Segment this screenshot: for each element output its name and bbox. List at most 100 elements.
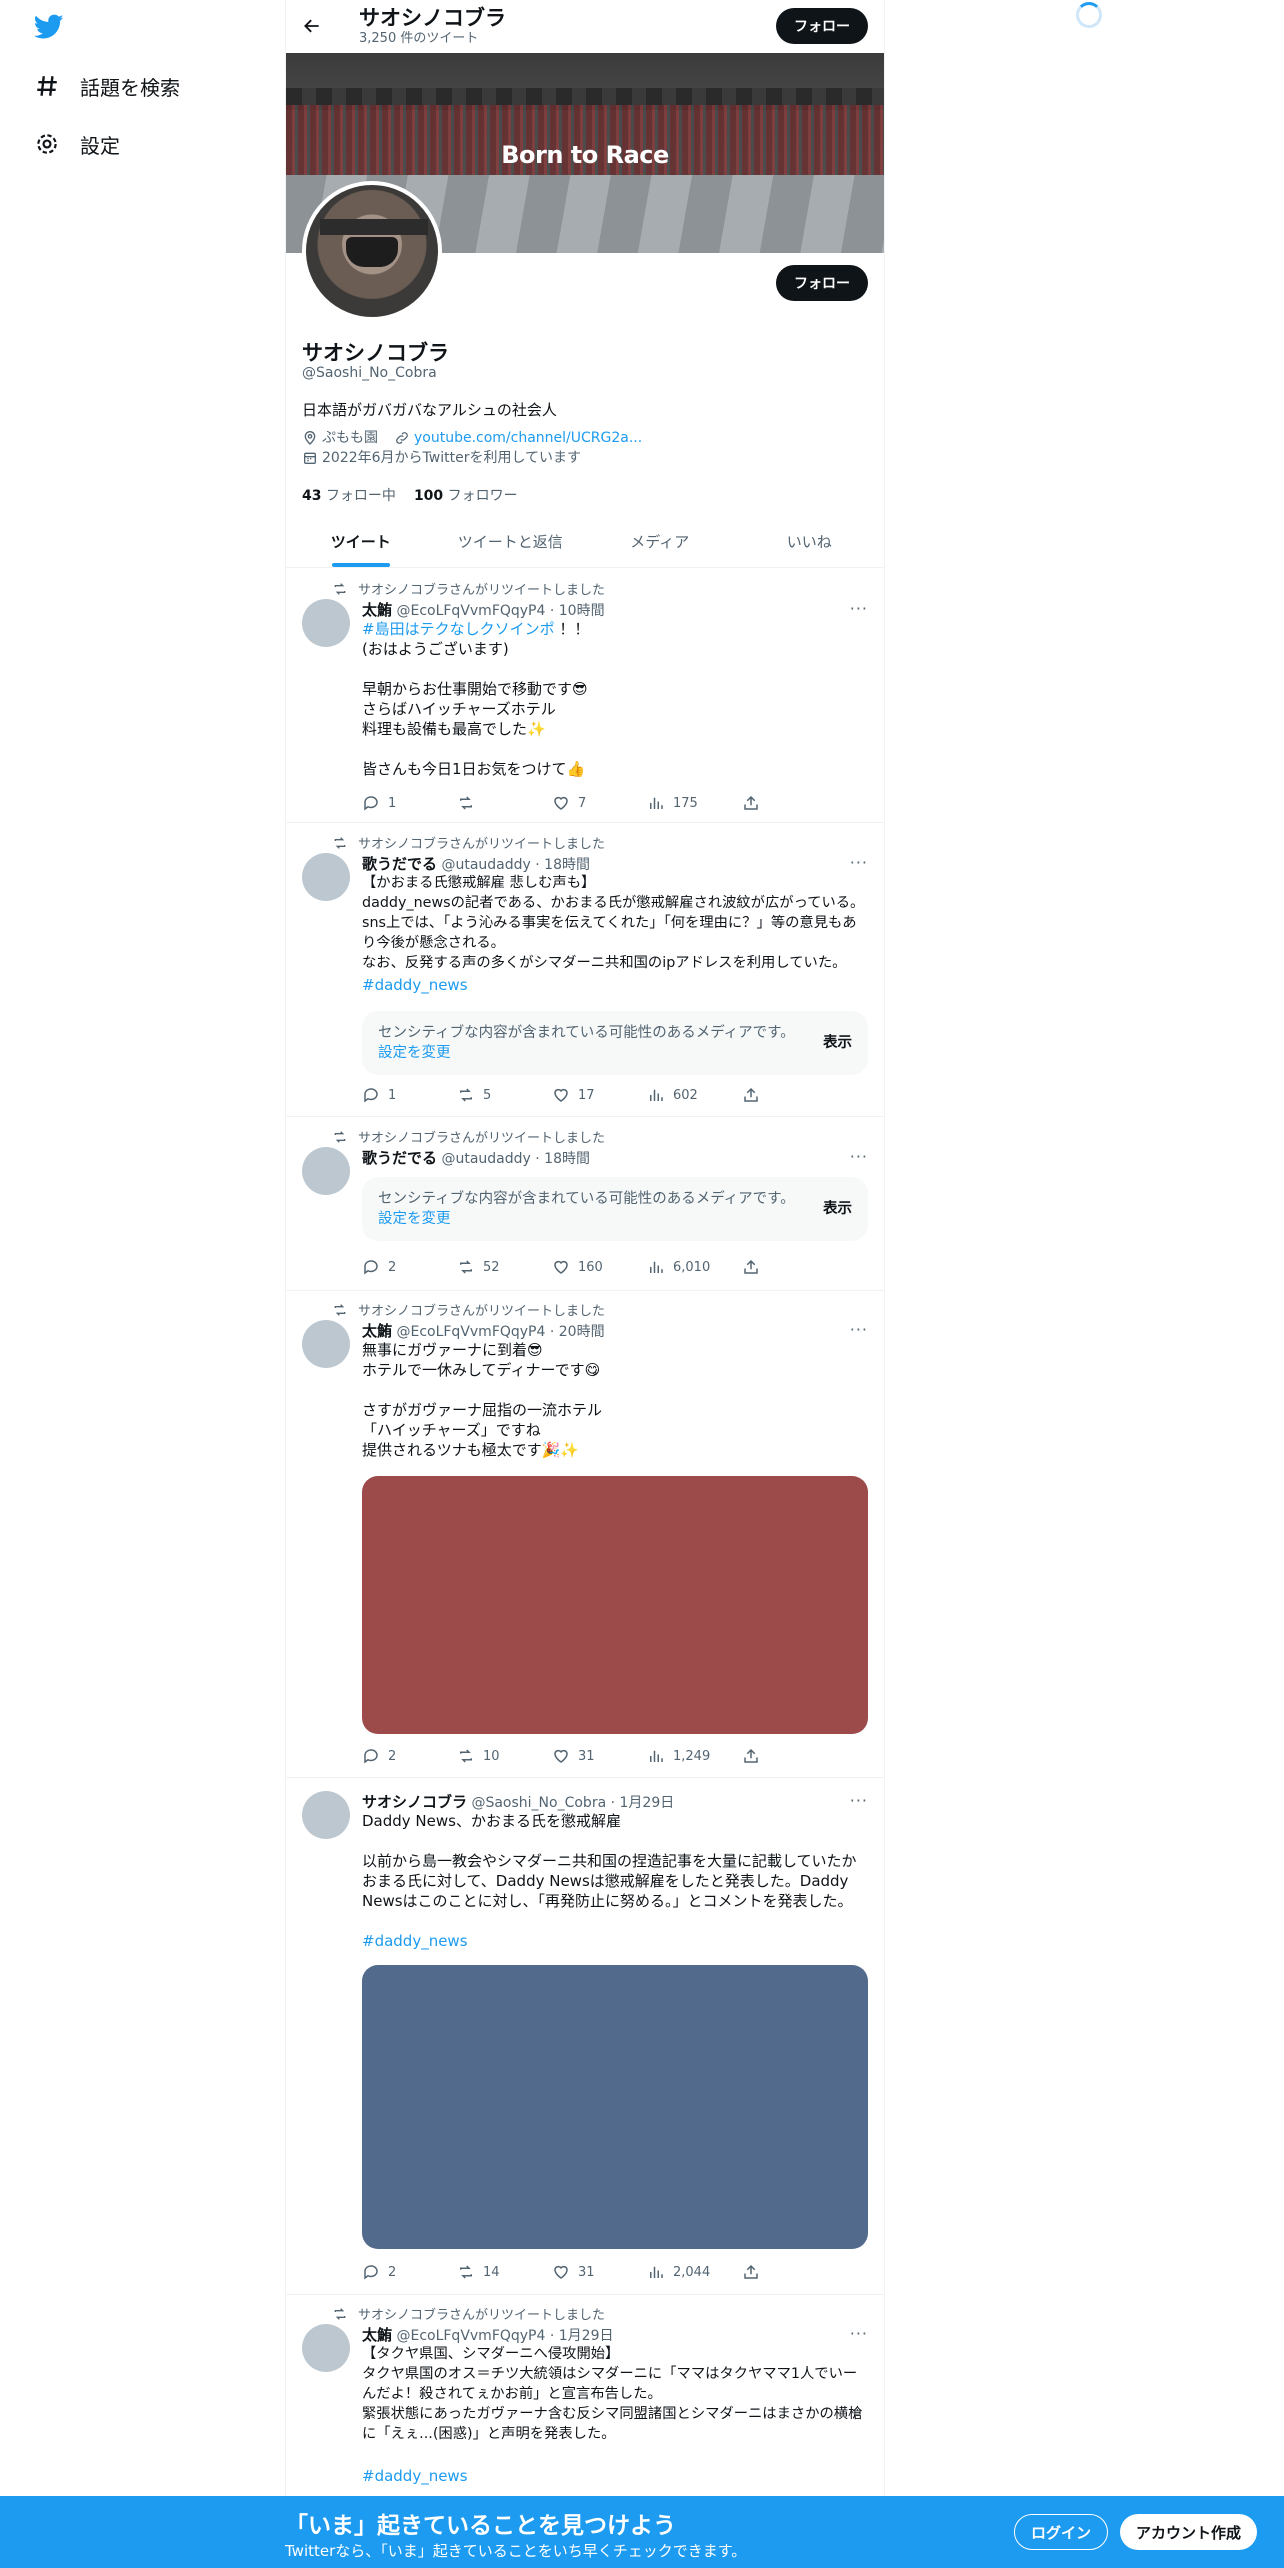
reply-icon	[364, 1749, 378, 1764]
tweet-time[interactable]: · 18時間	[535, 1151, 590, 1167]
retweet-icon	[460, 1088, 472, 1102]
tweet-author-name[interactable]: 歌うだでる	[362, 1149, 437, 1167]
share-button[interactable]	[742, 1257, 837, 1277]
followers-stat[interactable]: 100 フォロワー	[414, 485, 518, 505]
share-button[interactable]	[742, 1746, 837, 1766]
views-button[interactable]: 602	[647, 1085, 742, 1105]
tab-tweets-replies[interactable]: ツイートと返信	[436, 515, 586, 567]
tweet-time[interactable]: · 10時間	[550, 603, 605, 619]
like-button[interactable]: 160	[552, 1257, 647, 1277]
avatar[interactable]	[302, 1791, 350, 1839]
tweet-author-name[interactable]: 太鮪	[362, 1322, 392, 1340]
heart-icon	[554, 796, 568, 810]
bar-chart-icon	[650, 1261, 663, 1273]
bar-chart-icon	[650, 2266, 663, 2278]
tweet[interactable]: サオシノコブラさんがリツイートしました 歌うだでる @utaudaddy · 1…	[286, 827, 884, 1117]
tweet-media-image[interactable]	[362, 1965, 868, 2249]
reply-button[interactable]: 1	[362, 793, 457, 813]
show-media-button[interactable]: 表示	[803, 1199, 852, 1219]
tweet-author-handle[interactable]: @utaudaddy	[441, 857, 530, 873]
views-button[interactable]: 1,249	[647, 1746, 742, 1766]
tweet-author-name[interactable]: サオシノコブラ	[362, 1793, 467, 1811]
avatar[interactable]	[302, 1320, 350, 1368]
more-icon[interactable]: ···	[850, 853, 868, 872]
tab-media[interactable]: メディア	[585, 515, 735, 567]
profile-link[interactable]: youtube.com/channel/UCRG2a...	[414, 428, 642, 448]
reply-button[interactable]: 2	[362, 1746, 457, 1766]
tweet-actions: 2 14 31 2,044	[362, 2262, 868, 2282]
tweet-media-image[interactable]	[362, 1476, 868, 1734]
tweet-author-handle[interactable]: @EcoLFqVvmFQqyP4	[396, 603, 545, 619]
header-follow-button[interactable]: フォロー	[776, 8, 868, 44]
avatar[interactable]	[302, 599, 350, 647]
back-button[interactable]	[298, 12, 326, 40]
tweet-header: 太鮪 @EcoLFqVvmFQqyP4 · 1月29日	[362, 2324, 614, 2345]
tweet-hashtag[interactable]: #daddy_news	[362, 1931, 868, 1951]
tweet-author-handle[interactable]: @EcoLFqVvmFQqyP4	[396, 1324, 545, 1340]
tab-likes[interactable]: いいね	[735, 515, 885, 567]
signup-button[interactable]: アカウント作成	[1120, 2514, 1258, 2550]
more-icon[interactable]: ···	[850, 1320, 868, 1339]
share-button[interactable]	[742, 2262, 837, 2282]
tweet[interactable]: サオシノコブラさんがリツイートしました 歌うだでる @utaudaddy · 1…	[286, 1121, 884, 1291]
main-column: サオシノコブラ 3,250 件のツイート フォロー Born to Race フ…	[285, 0, 885, 2568]
tweet-author-handle[interactable]: @Saoshi_No_Cobra	[471, 1795, 606, 1811]
avatar[interactable]	[302, 1147, 350, 1195]
retweet-button[interactable]: 5	[457, 1085, 552, 1105]
views-button[interactable]: 2,044	[647, 2262, 742, 2282]
share-button[interactable]	[742, 1085, 837, 1105]
retweet-button[interactable]: 14	[457, 2262, 552, 2282]
twitter-logo-icon[interactable]	[34, 14, 64, 40]
change-settings-link[interactable]: 設定を変更	[378, 1211, 451, 1227]
tweet[interactable]: サオシノコブラさんがリツイートしました 太鮪 @EcoLFqVvmFQqyP4 …	[286, 1294, 884, 1778]
tweet-author-name[interactable]: 太鮪	[362, 2326, 392, 2344]
tweet-author-name[interactable]: 歌うだでる	[362, 855, 437, 873]
heart-icon	[554, 2265, 568, 2279]
share-button[interactable]	[742, 793, 837, 813]
avatar[interactable]	[302, 853, 350, 901]
tweet-time[interactable]: · 18時間	[535, 857, 590, 873]
tweet-hashtag[interactable]: #島田はテクなしクソインポ	[362, 620, 555, 638]
like-button[interactable]: 31	[552, 1746, 647, 1766]
tweet-hashtag[interactable]: #daddy_news	[362, 2466, 868, 2486]
profile-avatar[interactable]	[302, 181, 442, 321]
tweet-time[interactable]: · 20時間	[550, 1324, 605, 1340]
tweet[interactable]: サオシノコブラ @Saoshi_No_Cobra · 1月29日 ··· Dad…	[286, 1781, 884, 2295]
more-icon[interactable]: ···	[850, 2324, 868, 2343]
like-button[interactable]: 17	[552, 1085, 647, 1105]
more-icon[interactable]: ···	[850, 1147, 868, 1166]
following-stat[interactable]: 43 フォロー中	[302, 485, 396, 505]
reply-button[interactable]: 1	[362, 1085, 457, 1105]
retweet-button[interactable]: 52	[457, 1257, 552, 1277]
show-media-button[interactable]: 表示	[803, 1033, 852, 1053]
nav-explore[interactable]: 話題を検索	[34, 66, 180, 106]
views-button[interactable]: 6,010	[647, 1257, 742, 1277]
tab-tweets[interactable]: ツイート	[286, 515, 436, 567]
nav-settings-label: 設定	[80, 133, 120, 158]
tweet-author-handle[interactable]: @EcoLFqVvmFQqyP4	[396, 2328, 545, 2344]
tweet-author-name[interactable]: 太鮪	[362, 601, 392, 619]
login-button[interactable]: ログイン	[1014, 2514, 1109, 2550]
views-button[interactable]: 175	[647, 793, 742, 813]
more-icon[interactable]: ···	[850, 1791, 868, 1810]
like-button[interactable]: 7	[552, 793, 647, 813]
retweet-button[interactable]	[457, 793, 552, 813]
reply-button[interactable]: 2	[362, 2262, 457, 2282]
profile-location: ぷもも園	[322, 430, 378, 446]
more-icon[interactable]: ···	[850, 599, 868, 618]
tweet-time[interactable]: · 1月29日	[611, 1795, 675, 1811]
reply-button[interactable]: 2	[362, 1257, 457, 1277]
retweet-icon	[460, 2265, 472, 2279]
tweet-time[interactable]: · 1月29日	[550, 2328, 614, 2344]
retweet-icon	[334, 2307, 346, 2320]
profile-follow-button[interactable]: フォロー	[776, 265, 868, 301]
retweet-button[interactable]: 10	[457, 1746, 552, 1766]
tweet-author-handle[interactable]: @utaudaddy	[441, 1151, 530, 1167]
like-button[interactable]: 31	[552, 2262, 647, 2282]
profile-tabs: ツイート ツイートと返信 メディア いいね	[286, 515, 884, 568]
nav-settings[interactable]: 設定	[34, 124, 120, 164]
change-settings-link[interactable]: 設定を変更	[378, 1045, 451, 1061]
tweet-hashtag[interactable]: #daddy_news	[362, 975, 868, 995]
tweet[interactable]: サオシノコブラさんがリツイートしました 太鮪 @EcoLFqVvmFQqyP4 …	[286, 573, 884, 823]
avatar[interactable]	[302, 2324, 350, 2372]
